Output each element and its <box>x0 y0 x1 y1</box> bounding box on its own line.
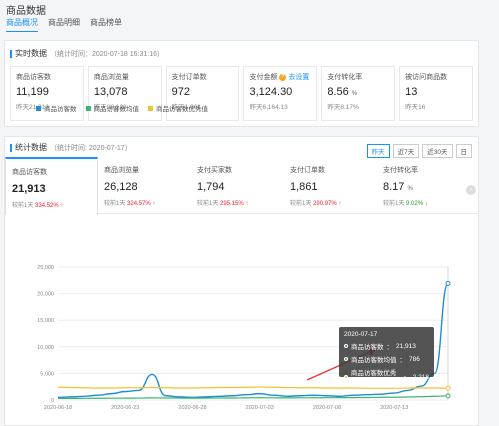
metric-value: 3,124.30 <box>249 86 293 98</box>
tab-overview[interactable]: 商品概况 <box>6 17 38 32</box>
chart-legend: 商品访客数 商品访客数均值 商品访客数优秀值 <box>36 103 208 113</box>
settings-link[interactable]: 去设置 <box>288 74 309 81</box>
help-icon[interactable]: ? <box>279 73 287 81</box>
metric-prev: 昨天8.17% <box>327 104 359 111</box>
metric-value: 13,078 <box>93 86 128 98</box>
realtime-header: 实时数据 （统计时间：2020-07-18 16:31:16） <box>10 48 164 59</box>
tooltip-dot <box>344 375 348 379</box>
y-tick-label: 15,000 <box>37 318 54 324</box>
x-tick-label: 2020-07-08 <box>313 405 341 411</box>
metric-label: 商品浏览量 <box>93 74 129 81</box>
legend-item[interactable]: 商品访客数优秀值 <box>148 103 208 113</box>
tooltip-row: 商品访客数优秀值： 2,218 <box>344 367 429 387</box>
metric-number: 8.56 <box>327 86 349 98</box>
tooltip-label: 商品访客数均值 <box>351 357 397 364</box>
tooltip-date: 2020-07-17 <box>344 331 378 338</box>
metric-label-row: 支付金额 ? 去设置 <box>249 72 311 82</box>
section-marker <box>10 49 12 58</box>
legend-item[interactable]: 商品访客数均值 <box>85 103 140 113</box>
series-line-excellent <box>57 386 449 389</box>
metric-payment-amount: 支付金额 ? 去设置 3,124.30 昨天6,164.13 <box>243 66 318 121</box>
x-tick-label: 2020-06-28 <box>178 405 206 411</box>
x-tick-label: 2020-06-18 <box>44 405 72 411</box>
metric-unit: % <box>351 91 358 97</box>
tooltip-value: 786 <box>409 355 420 363</box>
legend-swatch <box>148 105 153 111</box>
metric-prev: 昨天6,164.13 <box>249 104 288 111</box>
legend-item[interactable]: 商品访客数 <box>36 103 77 113</box>
legend-label: 商品访客数均值 <box>93 106 140 113</box>
chart-tooltip: 2020-07-17 商品访客数： 21,913 商品访客数均值： 786 商品访客… <box>339 327 434 387</box>
y-tick-label: 25,000 <box>37 265 54 271</box>
tooltip-label: 商品访客数优秀值 <box>350 370 397 387</box>
realtime-title: 实时数据 <box>15 49 47 58</box>
y-tick-label: 20,000 <box>37 292 54 298</box>
realtime-subtitle: （统计时间：2020-07-18 16:31:16） <box>50 50 164 58</box>
series-point <box>445 280 451 286</box>
tab-ranking[interactable]: 商品榜单 <box>90 17 122 32</box>
metric-prev: 昨天16 <box>405 104 426 111</box>
metric-value: 11,199 <box>16 86 49 98</box>
series-line-average <box>58 395 449 400</box>
series-point <box>445 393 451 399</box>
x-tick-label: 2020-06-23 <box>111 405 139 411</box>
metric-conversion: 支付转化率 8.56 % 昨天8.17% <box>321 66 396 121</box>
metric-label: 支付金额 <box>249 74 278 81</box>
metric-label: 商品访客数 <box>16 74 51 81</box>
tooltip-value: 2,218 <box>412 373 429 381</box>
legend-label: 商品访客数 <box>44 106 77 113</box>
realtime-card: 实时数据 （统计时间：2020-07-18 16:31:16） 商品访客数 11… <box>4 40 479 127</box>
series-point <box>445 385 451 391</box>
x-tick-label: 2020-07-03 <box>246 405 274 411</box>
y-tick-label: 5,000 <box>40 371 54 377</box>
legend-swatch <box>36 105 41 111</box>
tab-details[interactable]: 商品明细 <box>48 17 80 32</box>
legend-label: 商品访客数优秀值 <box>156 106 208 113</box>
metric-label: 被访问商品数 <box>405 74 448 81</box>
metric-label: 支付转化率 <box>327 74 363 81</box>
x-tick-label: 2020-07-13 <box>380 405 408 411</box>
metric-value: 13 <box>405 86 418 98</box>
y-tick-label: 0 <box>51 398 54 404</box>
metric-value: 972 <box>171 86 191 98</box>
tooltip-dot <box>344 357 348 361</box>
y-tick-label: 10,000 <box>37 345 54 351</box>
tooltip-value: 21,913 <box>396 342 416 350</box>
tooltip-row: 商品访客数： 21,913 <box>344 341 429 351</box>
metric-value: 8.56 % <box>327 86 389 98</box>
metric-label: 支付订单数 <box>171 74 207 81</box>
page-title: 商品数据 <box>6 6 46 17</box>
metric-visited-products: 被访问商品数 13 昨天16 <box>399 66 473 121</box>
tooltip-label: 商品访客数 <box>351 344 384 351</box>
legend-swatch <box>85 105 91 111</box>
tab-bar: 商品概况 商品明细 商品榜单 <box>6 17 122 32</box>
tooltip-row: 商品访客数均值： 786 <box>344 354 429 364</box>
tooltip-dot <box>344 344 348 348</box>
